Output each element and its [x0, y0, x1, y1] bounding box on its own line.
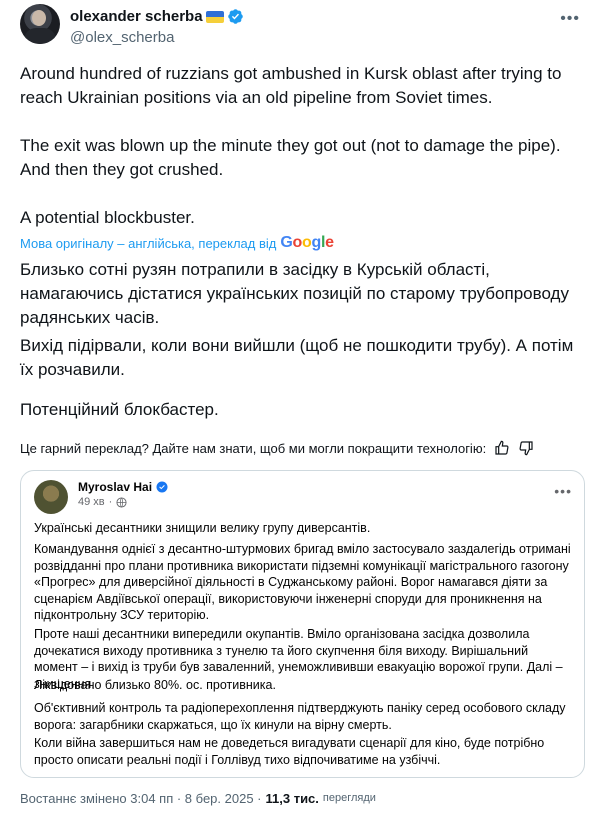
embedded-author-name: Myroslav Hai [78, 480, 153, 494]
tweet-paragraph-1: Around hundred of ruzzians got ambushed … [20, 64, 562, 107]
embedded-time-label: 49 хв [78, 496, 105, 508]
translation-paragraph-2: Вихід підірвали, коли вони вийшли (щоб н… [20, 336, 574, 379]
author-name-row[interactable]: olexander scherba [70, 8, 244, 25]
avatar[interactable] [20, 4, 60, 44]
embedded-paragraph-5: Об'єктивний контроль та радіоперехопленн… [34, 701, 566, 732]
views-label: перегляди [322, 792, 376, 804]
embedded-post-image[interactable]: Myroslav Hai 49 хв · ••• Українські деса… [20, 470, 585, 778]
translation-paragraph-1: Близько сотні рузян потрапили в засідку … [20, 260, 569, 327]
globe-icon [116, 496, 127, 508]
more-icon[interactable]: ••• [560, 10, 580, 28]
embedded-time: 49 хв · [78, 496, 127, 508]
embedded-author: Myroslav Hai [78, 480, 168, 494]
tweet-meta: Востаннє змінено 3:04 пп · 8 бер. 2025 ·… [20, 791, 376, 806]
author-name[interactable]: olexander scherba [70, 8, 203, 25]
embedded-paragraph-1: Українські десантники знищили велику гру… [34, 521, 371, 535]
thumbs-up-icon[interactable] [494, 440, 510, 456]
google-logo: Google [280, 234, 334, 251]
thumbs-down-icon[interactable] [518, 440, 534, 456]
verified-badge-icon [227, 9, 243, 24]
translation-paragraph-3: Потенційний блокбастер. [20, 400, 219, 419]
verified-badge-icon [156, 481, 168, 493]
embedded-avatar [34, 480, 68, 514]
translation-source-label[interactable]: Мова оригіналу – англійська, переклад ві… [20, 236, 276, 251]
more-icon: ••• [554, 483, 572, 499]
translation-attribution[interactable]: Мова оригіналу – англійська, переклад ві… [20, 234, 334, 252]
embedded-paragraph-4: Ліквідовано близько 80%. ос. противника. [34, 678, 276, 692]
tweet-header: olexander scherba @olex_scherba ••• [20, 4, 580, 54]
embedded-paragraph-6: Коли війна завершиться нам не доведеться… [34, 736, 545, 767]
tweet-paragraph-3: A potential blockbuster. [20, 208, 195, 227]
feedback-text: Це гарний переклад? Дайте нам знати, щоб… [20, 440, 487, 456]
author-handle[interactable]: @olex_scherba [70, 29, 174, 46]
tweet-paragraph-2: The exit was blown up the minute they go… [20, 136, 561, 179]
ukraine-flag-icon [205, 10, 224, 23]
timestamp[interactable]: Востаннє змінено 3:04 пп · 8 бер. 2025 · [20, 791, 262, 806]
translation-feedback: Це гарний переклад? Дайте нам знати, щоб… [20, 440, 580, 456]
embedded-paragraph-2: Командування однієї з десантно-штурмових… [34, 542, 571, 622]
view-count: 11,3 тис. [265, 791, 319, 806]
